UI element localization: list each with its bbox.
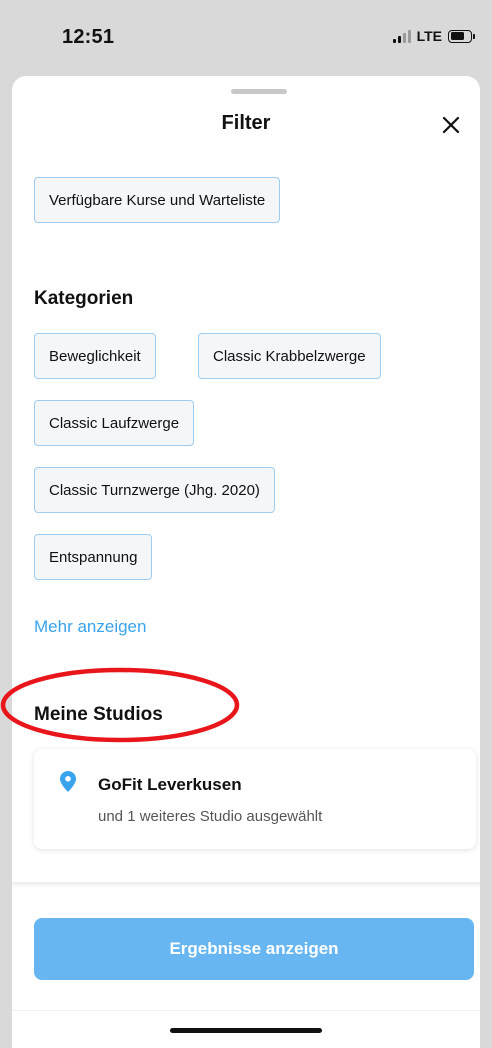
sheet-grabber[interactable] <box>231 89 287 94</box>
sheet-footer: Ergebnisse anzeigen <box>12 882 480 1048</box>
studio-name: GoFit Leverkusen <box>98 775 242 794</box>
location-pin-icon <box>60 771 76 792</box>
home-indicator <box>170 1028 322 1033</box>
category-chip[interactable]: Entspannung <box>34 534 153 580</box>
studio-selection-info: und 1 weiteres Studio ausgewählt <box>98 808 323 825</box>
show-more-link[interactable]: Mehr anzeigen <box>34 617 146 637</box>
sheet-title: Filter <box>221 112 271 134</box>
category-chip[interactable]: Classic Krabbelzwerge <box>198 333 381 379</box>
category-chip[interactable]: Beweglichkeit <box>34 333 156 379</box>
battery-icon <box>448 29 475 43</box>
bottom-divider <box>12 1010 480 1011</box>
signal-icon <box>392 29 411 43</box>
network-type: LTE <box>416 28 442 44</box>
close-button[interactable] <box>436 110 466 140</box>
availability-chip[interactable]: Verfügbare Kurse und Warteliste <box>34 177 281 223</box>
filter-sheet: Filter Verfügbare Kurse und Warteliste K… <box>12 76 480 1048</box>
status-time: 12:51 <box>62 26 115 48</box>
category-chip[interactable]: Classic Turnzwerge (Jhg. 2020) <box>34 467 275 513</box>
show-results-button[interactable]: Ergebnisse anzeigen <box>34 918 474 980</box>
studio-selector-card[interactable]: GoFit Leverkusen und 1 weiteres Studio a… <box>34 749 476 849</box>
category-chip[interactable]: Classic Laufzwerge <box>34 400 195 446</box>
footer-divider <box>12 882 480 888</box>
close-icon <box>442 116 460 134</box>
studios-heading: Meine Studios <box>34 704 163 725</box>
categories-heading: Kategorien <box>34 288 134 309</box>
status-bar: 12:51 LTE <box>0 0 492 76</box>
status-indicators: LTE <box>392 28 475 44</box>
